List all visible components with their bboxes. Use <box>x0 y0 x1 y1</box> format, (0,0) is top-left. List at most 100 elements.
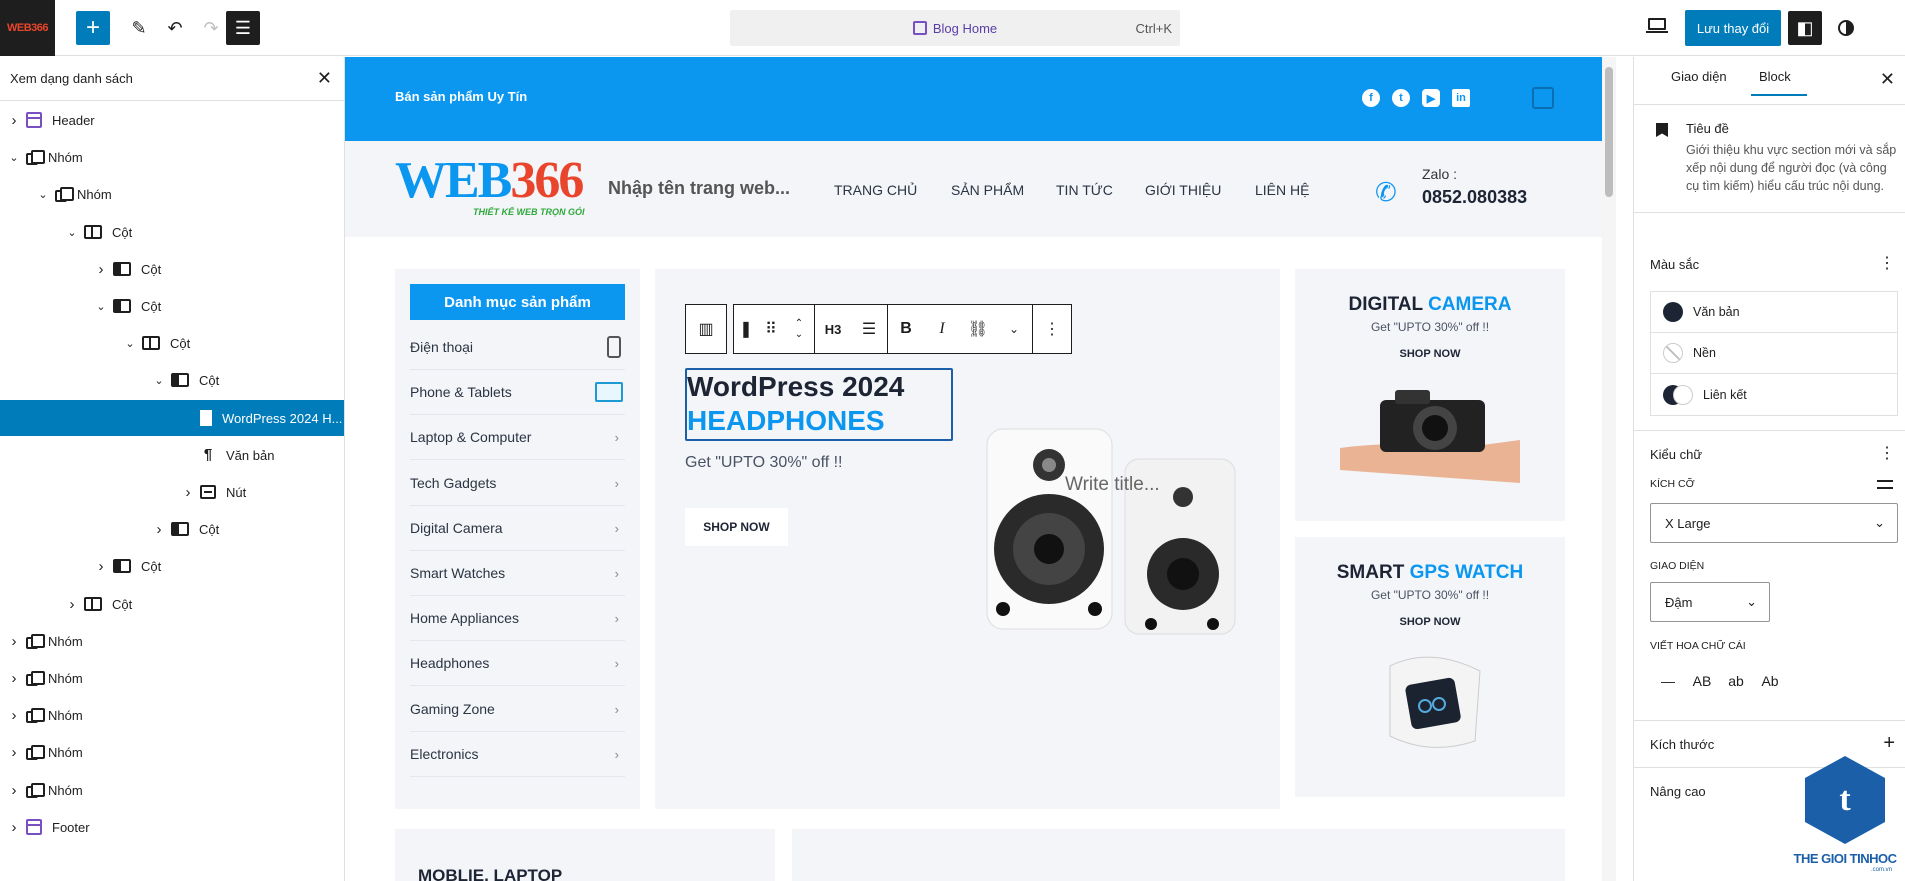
font-size-select[interactable]: X Large ⌄ <box>1650 503 1898 543</box>
add-block-button[interactable]: + <box>76 11 110 45</box>
chevron-down-icon[interactable]: ⌄ <box>95 300 107 313</box>
promo-watch-subtitle[interactable]: Get "UPTO 30%" off !! <box>1295 588 1565 602</box>
link-icon[interactable]: ⛓ <box>960 305 996 353</box>
case-capitalize-button[interactable]: Ab <box>1756 673 1784 689</box>
chevron-right-icon[interactable]: › <box>153 521 165 538</box>
hero-heading-line2[interactable]: HEADPHONES <box>687 404 951 438</box>
list-view-item[interactable]: › Nhóm <box>0 697 344 733</box>
chevron-right-icon[interactable]: › <box>66 596 78 613</box>
category-item[interactable]: Electronics › <box>410 732 625 777</box>
site-title-placeholder[interactable]: Nhập tên trang web... <box>608 178 790 199</box>
save-button[interactable]: Lưu thay đổi <box>1685 10 1781 46</box>
parent-block-button[interactable]: ▥ <box>686 305 726 353</box>
category-item[interactable]: Phone & Tablets <box>410 370 625 415</box>
list-view-item[interactable]: ⌄ Cột <box>0 214 344 250</box>
hero-subtitle[interactable]: Get "UPTO 30%" off !! <box>685 454 843 472</box>
chevron-right-icon[interactable]: › <box>8 112 20 129</box>
tab-block[interactable]: Block <box>1751 69 1807 96</box>
advanced-panel-title[interactable]: Nâng cao <box>1650 784 1706 799</box>
align-text-icon[interactable]: ☰ <box>851 305 887 353</box>
color-panel-title[interactable]: Màu sắc <box>1650 257 1699 272</box>
nav-item-home[interactable]: TRANG CHỦ <box>834 182 917 198</box>
list-view-item[interactable]: › Footer <box>0 809 344 845</box>
case-uppercase-button[interactable]: AB <box>1688 673 1716 689</box>
chevron-right-icon[interactable]: › <box>8 819 20 836</box>
list-view-button[interactable]: ☰ <box>226 11 260 45</box>
zalo-number[interactable]: 0852.080383 <box>1422 187 1527 208</box>
list-view-item[interactable]: ⌄ Nhóm <box>0 139 344 175</box>
case-lowercase-button[interactable]: ab <box>1722 673 1750 689</box>
typography-options-icon[interactable]: ⋮ <box>1879 443 1895 463</box>
list-view-item[interactable]: ¶ Văn bản <box>0 437 344 473</box>
category-button[interactable]: Danh mục sản phẩm <box>410 284 625 320</box>
category-item[interactable]: Gaming Zone › <box>410 687 625 732</box>
custom-size-icon[interactable] <box>1877 477 1893 491</box>
selected-heading-block[interactable]: WordPress 2024 HEADPHONES <box>685 368 953 441</box>
promo-watch-shop-button[interactable]: SHOP NOW <box>1295 616 1565 628</box>
linkedin-icon[interactable]: in <box>1452 89 1470 107</box>
list-view-item[interactable]: › Nút <box>0 474 344 510</box>
chevron-down-icon[interactable]: ⌄ <box>153 374 165 387</box>
category-item[interactable]: Laptop & Computer › <box>410 415 625 460</box>
chevron-down-icon[interactable]: ⌄ <box>37 188 49 201</box>
move-up-down-icon[interactable]: ⌃ ⌄ <box>784 305 814 353</box>
chevron-right-icon[interactable]: › <box>95 261 107 278</box>
list-view-item[interactable]: › Cột <box>0 586 344 622</box>
undo-button[interactable]: ↶ <box>158 11 192 45</box>
list-view-item[interactable]: › Cột <box>0 548 344 584</box>
typography-panel-title[interactable]: Kiểu chữ <box>1650 447 1702 462</box>
list-view-item[interactable]: › Nhóm <box>0 772 344 808</box>
site-logo[interactable]: WEB366 THIẾT KẾ WEB TRỌN GÓI <box>395 155 605 221</box>
facebook-icon[interactable]: f <box>1362 89 1380 107</box>
styles-button[interactable] <box>1829 11 1863 45</box>
category-item[interactable]: Điện thoại <box>410 325 625 370</box>
more-formats-chevron-icon[interactable]: ⌄ <box>996 305 1032 353</box>
write-title-placeholder[interactable]: Write title... <box>1065 474 1160 496</box>
heading-block-icon[interactable]: ❚ <box>734 305 758 353</box>
list-view-item[interactable]: WordPress 2024 H... <box>0 400 344 436</box>
canvas-scrollbar[interactable] <box>1602 57 1616 881</box>
list-view-item[interactable]: › Cột <box>0 251 344 287</box>
category-item[interactable]: Digital Camera › <box>410 506 625 551</box>
color-background-row[interactable]: Nền <box>1651 333 1897 374</box>
list-view-item[interactable]: › Cột <box>0 511 344 547</box>
bold-icon[interactable]: B <box>888 305 924 353</box>
nav-item-contact[interactable]: LIÊN HỆ <box>1255 182 1309 198</box>
add-icon[interactable]: + <box>1883 732 1895 755</box>
twitter-icon[interactable]: t <box>1392 89 1410 107</box>
color-options-icon[interactable]: ⋮ <box>1879 253 1895 273</box>
chevron-right-icon[interactable]: › <box>8 707 20 724</box>
block-options-icon[interactable]: ⋮ <box>1033 305 1071 353</box>
settings-button[interactable]: ◧ <box>1788 11 1822 45</box>
nav-item-news[interactable]: TIN TỨC <box>1056 182 1113 198</box>
cart-icon[interactable] <box>1532 87 1554 109</box>
chevron-down-icon[interactable]: ⌄ <box>124 337 136 350</box>
hero-heading-line1[interactable]: WordPress 2024 <box>687 370 951 404</box>
promo-camera-subtitle[interactable]: Get "UPTO 30%" off !! <box>1295 320 1565 334</box>
list-view-item[interactable]: › Nhóm <box>0 623 344 659</box>
appearance-select[interactable]: Đậm ⌄ <box>1650 582 1770 622</box>
chevron-right-icon[interactable]: › <box>8 633 20 650</box>
tab-template[interactable]: Giao diện <box>1671 69 1727 84</box>
promo-camera-shop-button[interactable]: SHOP NOW <box>1295 348 1565 360</box>
command-palette-bar[interactable]: Blog Home Ctrl+K <box>730 10 1180 46</box>
color-link-row[interactable]: Liên kết <box>1651 374 1897 415</box>
hero-shop-button[interactable]: SHOP NOW <box>685 508 788 546</box>
list-view-item[interactable]: ⌄ Nhóm <box>0 176 344 212</box>
trust-text[interactable]: Bán sản phẩm Uy Tín <box>395 89 527 104</box>
bottom-promo-title[interactable]: MOBLIE, LAPTOP <box>418 866 562 881</box>
list-view-item[interactable]: ⌄ Cột <box>0 288 344 324</box>
heading-level-button[interactable]: H3 <box>815 305 851 353</box>
chevron-right-icon[interactable]: › <box>182 484 194 501</box>
tools-button[interactable]: ✎ <box>122 11 156 45</box>
nav-item-about[interactable]: GIỚI THIỆU <box>1145 182 1221 198</box>
chevron-right-icon[interactable]: › <box>95 558 107 575</box>
category-item[interactable]: Smart Watches › <box>410 551 625 596</box>
drag-handle-icon[interactable]: ⠿ <box>758 305 784 353</box>
device-preview-button[interactable] <box>1645 16 1669 36</box>
case-none-button[interactable]: — <box>1654 673 1682 689</box>
close-icon[interactable]: ✕ <box>1880 69 1895 90</box>
chevron-down-icon[interactable]: ⌄ <box>8 151 20 164</box>
list-view-item[interactable]: › Nhóm <box>0 660 344 696</box>
redo-button[interactable]: ↷ <box>194 11 228 45</box>
